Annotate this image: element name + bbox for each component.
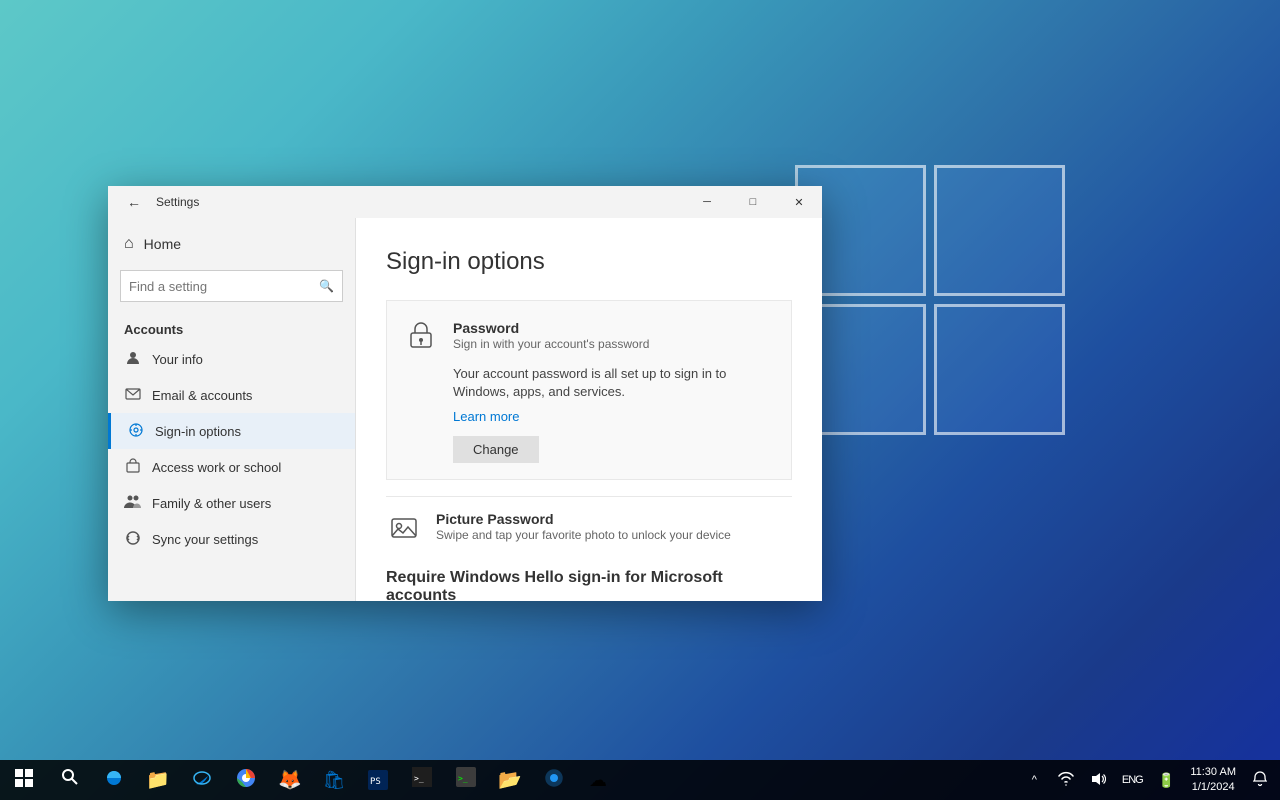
folder-icon: 📁 bbox=[146, 768, 170, 792]
taskbar-search-icon bbox=[61, 768, 79, 792]
sidebar-item-label: Email & accounts bbox=[152, 388, 252, 403]
family-icon bbox=[124, 494, 142, 513]
main-content: Sign-in options Password Sign in bbox=[356, 218, 822, 601]
onedrive-icon: ☁ bbox=[589, 770, 607, 791]
search-input[interactable] bbox=[129, 279, 319, 294]
firefox-icon: 🦊 bbox=[278, 768, 302, 792]
taskbar-file-explorer[interactable]: 📁 bbox=[136, 760, 180, 800]
keyboard-icon-tray[interactable]: ENG bbox=[1114, 760, 1150, 800]
page-title: Sign-in options bbox=[386, 248, 792, 276]
search-icon: 🔍 bbox=[319, 279, 334, 293]
edge-icon bbox=[104, 768, 124, 793]
email-icon bbox=[124, 386, 142, 405]
back-button[interactable]: ← bbox=[120, 188, 148, 216]
minimize-button[interactable]: ─ bbox=[684, 186, 730, 218]
taskbar-search[interactable] bbox=[48, 760, 92, 800]
change-button[interactable]: Change bbox=[453, 436, 539, 463]
password-subtitle: Sign in with your account's password bbox=[453, 337, 775, 351]
taskbar-onedrive[interactable]: ☁ bbox=[576, 760, 620, 800]
sidebar-item-label: Access work or school bbox=[152, 460, 281, 475]
sidebar-item-your-info[interactable]: Your info bbox=[108, 341, 355, 377]
sidebar-item-label: Sign-in options bbox=[155, 424, 241, 439]
taskbar-edge[interactable] bbox=[92, 760, 136, 800]
taskbar-file2[interactable]: 📂 bbox=[488, 760, 532, 800]
close-button[interactable]: ✕ bbox=[776, 186, 822, 218]
taskbar-powershell[interactable]: PS bbox=[356, 760, 400, 800]
volume-icon bbox=[1090, 771, 1106, 790]
taskbar: 📁 🦊 🛍 bbox=[0, 760, 1280, 800]
sidebar-item-label: Your info bbox=[152, 352, 203, 367]
password-title: Password bbox=[453, 320, 775, 336]
svg-text:>_: >_ bbox=[414, 774, 424, 783]
sync-icon bbox=[124, 530, 142, 549]
svg-text:PS: PS bbox=[370, 777, 381, 787]
network-icon bbox=[1058, 771, 1074, 790]
window-title: Settings bbox=[156, 195, 684, 209]
back-icon: ← bbox=[127, 194, 141, 210]
chrome-icon bbox=[236, 768, 256, 793]
sidebar-item-signin[interactable]: Sign-in options bbox=[108, 413, 355, 449]
edge2-icon bbox=[192, 768, 212, 793]
sidebar-section-accounts: Accounts bbox=[108, 310, 355, 341]
taskbar-firefox[interactable]: 🦊 bbox=[268, 760, 312, 800]
sidebar-home[interactable]: ⌂ Home bbox=[108, 226, 355, 262]
terminal-icon: >_ bbox=[456, 767, 476, 793]
folder2-icon: 📂 bbox=[498, 768, 522, 792]
keyboard-icon: ENG bbox=[1122, 774, 1143, 786]
home-label: Home bbox=[144, 236, 181, 252]
hello-section: Require Windows Hello sign-in for Micros… bbox=[386, 569, 792, 601]
clock[interactable]: 11:30 AM 1/1/2024 bbox=[1182, 760, 1244, 800]
password-icon bbox=[403, 317, 439, 353]
powershell-icon: PS bbox=[368, 770, 388, 790]
taskbar-edge-2[interactable] bbox=[180, 760, 224, 800]
picture-password-row: Picture Password Swipe and tap your favo… bbox=[386, 496, 792, 561]
chevron-icon: ^ bbox=[1032, 774, 1037, 786]
sidebar-item-work[interactable]: Access work or school bbox=[108, 449, 355, 485]
password-card: Password Sign in with your account's pas… bbox=[386, 300, 792, 480]
sidebar-item-label: Sync your settings bbox=[152, 532, 258, 547]
settings-window: ← Settings ─ □ ✕ ⌂ Home 🔍 Accounts bbox=[108, 186, 822, 601]
search-box[interactable]: 🔍 bbox=[120, 270, 343, 302]
taskbar-store[interactable]: 🛍 bbox=[312, 760, 356, 800]
start-icon bbox=[15, 769, 33, 792]
learn-more-link[interactable]: Learn more bbox=[453, 409, 775, 424]
sidebar: ⌂ Home 🔍 Accounts Your info Email & acco… bbox=[108, 218, 356, 601]
date-display: 1/1/2024 bbox=[1192, 780, 1235, 795]
show-hidden-button[interactable]: ^ bbox=[1018, 760, 1050, 800]
hello-title: Require Windows Hello sign-in for Micros… bbox=[386, 569, 792, 601]
volume-icon-tray[interactable] bbox=[1082, 760, 1114, 800]
picture-password-subtitle: Swipe and tap your favorite photo to unl… bbox=[436, 528, 731, 542]
svg-text:>_: >_ bbox=[458, 774, 468, 783]
network-icon-tray[interactable] bbox=[1050, 760, 1082, 800]
title-bar: ← Settings ─ □ ✕ bbox=[108, 186, 822, 218]
notification-button[interactable] bbox=[1244, 760, 1276, 800]
time-display: 11:30 AM bbox=[1190, 765, 1236, 780]
work-icon bbox=[124, 458, 142, 477]
windows-logo bbox=[780, 150, 1080, 450]
store-icon: 🛍 bbox=[323, 770, 346, 791]
cortana-icon bbox=[544, 768, 564, 793]
battery-icon: 🔋 bbox=[1158, 772, 1175, 789]
notification-icon bbox=[1253, 771, 1267, 790]
sidebar-item-email[interactable]: Email & accounts bbox=[108, 377, 355, 413]
home-icon: ⌂ bbox=[124, 235, 134, 253]
taskbar-cmd[interactable]: >_ bbox=[400, 760, 444, 800]
system-tray: ^ ENG 🔋 11:30 AM 1/1/2024 bbox=[1018, 760, 1280, 800]
taskbar-chrome[interactable] bbox=[224, 760, 268, 800]
maximize-button[interactable]: □ bbox=[730, 186, 776, 218]
sidebar-item-family[interactable]: Family & other users bbox=[108, 485, 355, 521]
password-description: Your account password is all set up to s… bbox=[453, 365, 775, 401]
cmd-icon: >_ bbox=[412, 767, 432, 793]
taskbar-cortana[interactable] bbox=[532, 760, 576, 800]
your-info-icon bbox=[124, 350, 142, 369]
sidebar-item-label: Family & other users bbox=[152, 496, 271, 511]
picture-password-icon bbox=[386, 511, 422, 547]
battery-icon-tray[interactable]: 🔋 bbox=[1150, 760, 1182, 800]
sidebar-item-sync[interactable]: Sync your settings bbox=[108, 521, 355, 557]
picture-password-title: Picture Password bbox=[436, 511, 731, 527]
start-button[interactable] bbox=[0, 760, 48, 800]
signin-icon bbox=[127, 422, 145, 441]
taskbar-terminal[interactable]: >_ bbox=[444, 760, 488, 800]
